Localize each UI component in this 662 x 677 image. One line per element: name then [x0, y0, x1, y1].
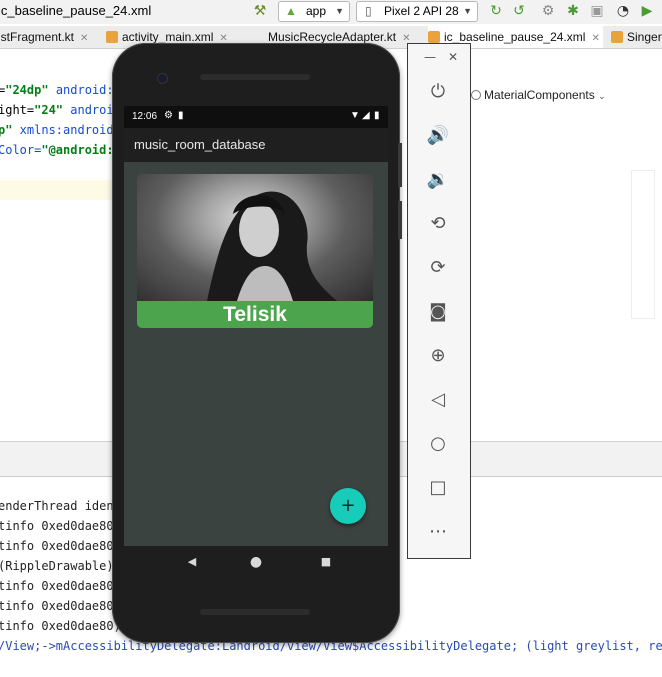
- emulator-controls: — ✕ ⏻ 🔊 🔉 ⟲ ⟳ ◙ ⊕ ◁ ○ □ ⋯: [407, 43, 471, 559]
- apply-changes-icon[interactable]: ↻: [487, 2, 505, 20]
- current-line-highlight: [0, 180, 115, 200]
- device-select[interactable]: ▯ Pixel 2 API 28 ▼: [356, 1, 478, 22]
- chevron-down-icon: ▼: [463, 6, 472, 16]
- log-line: tinfo 0xed0dae80: [0, 579, 114, 593]
- close-icon[interactable]: ✕: [80, 33, 88, 44]
- wifi-icon: ▼: [350, 110, 360, 121]
- build-hammer-icon[interactable]: ⚒: [251, 2, 269, 20]
- device-screen[interactable]: 12:06 ⚙ ▮ ▼ ◢ ▮ music_room_database Teli…: [124, 106, 388, 546]
- log-line: tinfo 0xed0dae80: [0, 539, 114, 553]
- tab-label: istFragment.kt: [0, 30, 75, 44]
- back-icon[interactable]: ◀: [180, 546, 204, 578]
- rotate-left-icon[interactable]: ⟲: [420, 209, 456, 239]
- home-icon[interactable]: ○: [420, 429, 456, 459]
- close-icon[interactable]: ✕: [448, 50, 458, 64]
- rotate-right-icon[interactable]: ⟳: [420, 253, 456, 283]
- artist-silhouette: [207, 191, 337, 301]
- coverage-icon[interactable]: ▶: [638, 2, 656, 20]
- sd-card-icon: ▮: [178, 110, 184, 121]
- nav-bar: ◀ ● ■: [124, 546, 388, 578]
- run-config-select[interactable]: ▲ app ▼: [278, 1, 350, 22]
- device-label: Pixel 2 API 28: [384, 4, 459, 18]
- home-icon[interactable]: ●: [244, 546, 268, 578]
- theme-icon: [471, 90, 481, 100]
- tab-label: ic_baseline_pause_24.xml: [444, 30, 586, 44]
- status-time: 12:06: [132, 111, 158, 122]
- file-title: ic_baseline_pause_24.xml: [0, 3, 152, 18]
- plus-icon: +: [340, 495, 356, 516]
- song-title: Telisik: [137, 301, 373, 328]
- log-line: tinfo 0xed0dae80: [0, 519, 114, 533]
- speaker-grille: [200, 74, 310, 80]
- ide-toolbar: ic_baseline_pause_24.xml ⚒ ▲ app ▼ ▯ Pix…: [0, 0, 662, 24]
- battery-icon: ▮: [374, 110, 380, 121]
- power-icon[interactable]: ⏻: [420, 77, 456, 107]
- volume-down-icon[interactable]: 🔉: [420, 165, 456, 195]
- tab-singer[interactable]: Singer: [611, 26, 662, 48]
- camera-icon: [157, 73, 168, 84]
- xml-file-icon: [611, 31, 623, 43]
- code-line: ="24dp" android:: [0, 83, 114, 97]
- xml-file-icon: [428, 31, 440, 43]
- close-icon[interactable]: ✕: [591, 33, 599, 44]
- app-title: music_room_database: [134, 137, 266, 152]
- debug-icon[interactable]: ✱: [564, 2, 582, 20]
- tab-label: Singer: [627, 30, 662, 44]
- chevron-down-icon: ▼: [335, 6, 344, 16]
- sync-icon[interactable]: ⚙: [539, 2, 557, 20]
- code-line: p" xmlns:android: [0, 123, 114, 137]
- tab-fragment[interactable]: istFragment.kt ✕: [0, 26, 98, 48]
- code-line: ight="24" android: [0, 103, 121, 117]
- bottom-speaker-grille: [200, 609, 310, 615]
- run-config-label: app: [306, 4, 327, 18]
- minimize-icon[interactable]: —: [424, 50, 436, 64]
- volume-up-icon[interactable]: 🔊: [420, 121, 456, 151]
- power-button: [398, 201, 402, 239]
- more-options-icon[interactable]: ⋯: [420, 517, 456, 547]
- status-bar: 12:06 ⚙ ▮ ▼ ◢ ▮: [124, 106, 388, 128]
- apply-code-changes-icon[interactable]: ↺: [510, 2, 528, 20]
- music-card[interactable]: Telisik: [137, 174, 373, 328]
- code-line: Color="@android:: [0, 143, 114, 157]
- overview-icon[interactable]: □: [420, 473, 456, 503]
- phone-icon: ▯: [365, 4, 372, 18]
- xml-file-icon: [106, 31, 118, 43]
- emulator-device: 12:06 ⚙ ▮ ▼ ◢ ▮ music_room_database Teli…: [112, 43, 402, 643]
- log-line: tinfo 0xed0dae80: [0, 599, 114, 613]
- back-icon[interactable]: ◁: [420, 385, 456, 415]
- volume-button: [398, 143, 402, 187]
- log-line: (RippleDrawable): [0, 559, 114, 573]
- log-line: tinfo 0xed0dae80): [0, 619, 121, 633]
- tab-label: MusicRecycleAdapter.kt: [268, 30, 397, 44]
- app-bar: music_room_database: [124, 128, 388, 162]
- android-icon: ▲: [285, 4, 297, 18]
- artist-photo: [137, 174, 373, 301]
- preview-panel: [631, 170, 655, 319]
- signal-icon: ◢: [362, 110, 370, 121]
- zoom-icon[interactable]: ⊕: [420, 341, 456, 371]
- profiler-icon[interactable]: ◔: [614, 2, 632, 20]
- theme-selector[interactable]: MaterialComponents ⌄: [471, 88, 606, 102]
- theme-label: MaterialComponents: [484, 88, 595, 102]
- tab-label: activity_main.xml: [122, 30, 214, 44]
- recents-icon[interactable]: ■: [314, 546, 338, 578]
- log-line: enderThread iden: [0, 499, 114, 513]
- add-fab[interactable]: +: [330, 488, 366, 524]
- settings-icon: ⚙: [164, 110, 173, 121]
- screenshot-camera-icon[interactable]: ◙: [420, 297, 456, 327]
- attach-icon[interactable]: ▣: [588, 2, 606, 20]
- chevron-down-icon: ⌄: [598, 91, 606, 101]
